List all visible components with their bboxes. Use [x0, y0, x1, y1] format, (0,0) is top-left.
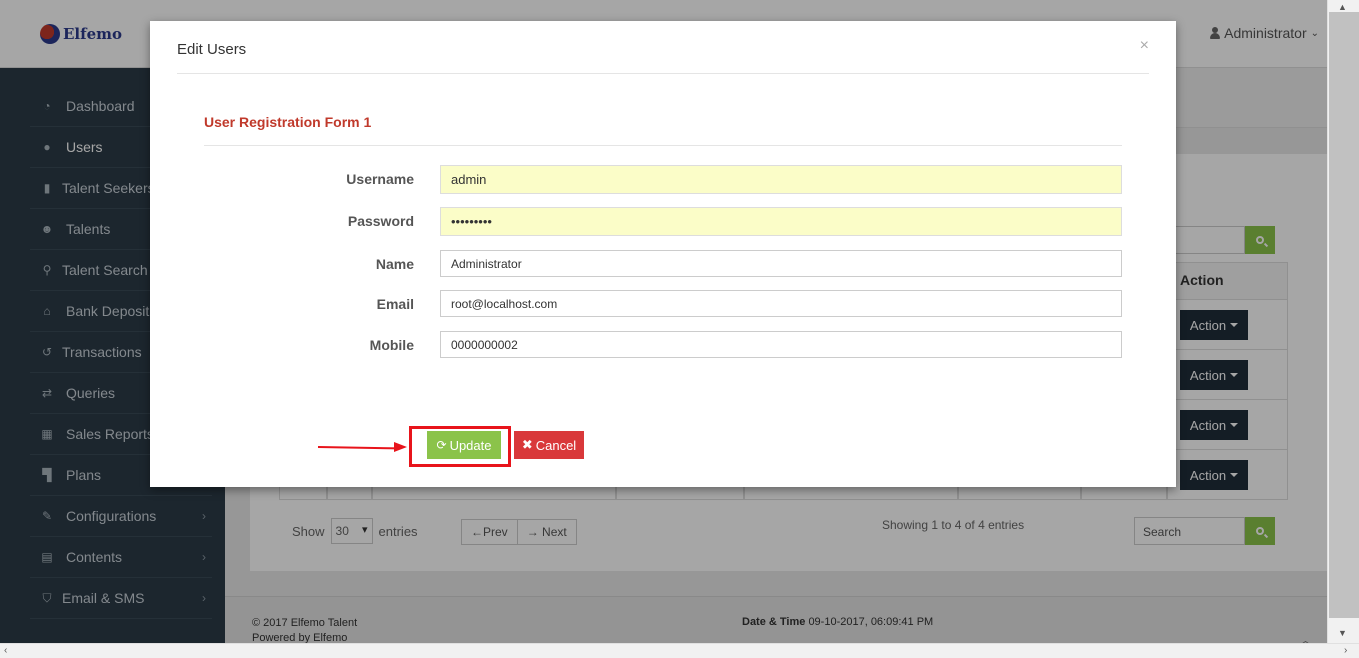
- email-field[interactable]: root@localhost.com: [440, 290, 1122, 317]
- mobile-value: 0000000002: [451, 337, 518, 352]
- name-field[interactable]: Administrator: [440, 250, 1122, 277]
- mobile-field[interactable]: 0000000002: [440, 331, 1122, 358]
- email-value: root@localhost.com: [451, 296, 558, 311]
- close-x-icon: ✖: [521, 437, 533, 452]
- close-icon[interactable]: ×: [1140, 37, 1149, 55]
- name-value: Administrator: [451, 256, 522, 271]
- update-label: Update: [449, 437, 492, 453]
- refresh-icon: ⟳: [436, 438, 447, 452]
- annotation-arrow: [317, 446, 399, 450]
- horizontal-scrollbar[interactable]: ‹ ›: [0, 643, 1359, 658]
- modal-header: Edit Users ×: [177, 21, 1149, 74]
- scroll-left-icon[interactable]: ‹: [4, 645, 7, 656]
- scroll-down-icon[interactable]: ▼: [1338, 628, 1347, 638]
- scroll-right-icon[interactable]: ›: [1344, 645, 1347, 656]
- cancel-button[interactable]: ✖ Cancel: [514, 431, 584, 459]
- update-button[interactable]: ⟳ Update: [427, 431, 501, 459]
- form-title: User Registration Form 1: [204, 114, 372, 130]
- username-value: admin: [451, 172, 487, 187]
- username-field[interactable]: admin: [440, 165, 1122, 194]
- password-label: Password: [347, 213, 414, 229]
- modal-title: Edit Users: [177, 41, 247, 58]
- password-value: •••••••••: [451, 214, 492, 229]
- vertical-scrollbar[interactable]: ▲ ▼: [1327, 0, 1359, 658]
- form-divider: [204, 145, 1122, 146]
- cancel-label: Cancel: [535, 437, 577, 453]
- edit-users-modal: Edit Users × User Registration Form 1 Us…: [150, 21, 1176, 487]
- mobile-label: Mobile: [369, 337, 414, 353]
- username-label: Username: [346, 171, 414, 187]
- scroll-up-icon[interactable]: ▲: [1338, 2, 1347, 12]
- email-label: Email: [376, 296, 414, 312]
- annotation-arrow-head: [394, 442, 407, 452]
- password-field[interactable]: •••••••••: [440, 207, 1122, 236]
- name-label: Name: [375, 256, 414, 272]
- scrollbar-thumb[interactable]: [1329, 12, 1359, 618]
